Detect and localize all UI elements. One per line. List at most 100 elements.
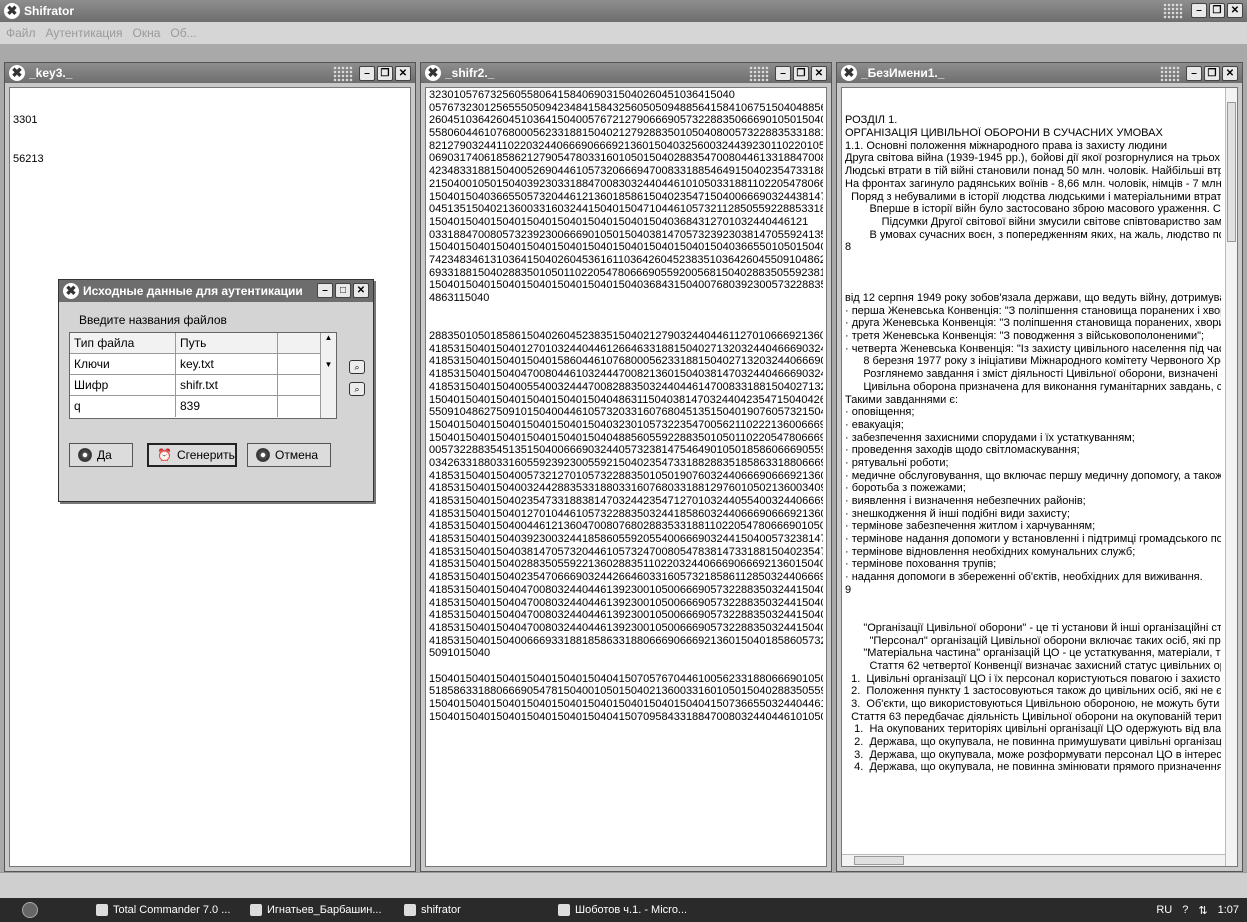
doc-line: 1. На окупованих територіях цивільні орг… (845, 723, 1221, 736)
system-tray: RU ? ⇅ 1:07 (1156, 898, 1239, 922)
minimize-button[interactable]: – (1191, 3, 1207, 18)
browse-shifr-button[interactable]: ⌕ (349, 382, 365, 396)
doc-line (845, 267, 1221, 280)
doc-line: · термінове забезпечення житлом і харчув… (845, 520, 1096, 533)
shifr-window-titlebar[interactable]: ✖ _shifr2._ – ❐ ✕ (421, 63, 831, 83)
vertical-scrollbar[interactable] (1225, 88, 1237, 866)
cipher-line: 4185315040150400554003244470082883503244… (429, 380, 823, 393)
start-button[interactable] (0, 898, 60, 922)
grid-scrollbar[interactable]: ▲ ▼ (320, 333, 336, 418)
status-bar (0, 872, 1247, 898)
cancel-icon (256, 448, 270, 462)
cipher-line: 1504015040150401504015040150403230105732… (429, 418, 823, 431)
cipher-line: 4234833188150400526904461057320666947008… (429, 165, 823, 178)
cipher-line: 1504015040150401504015040150404863115040… (429, 393, 823, 406)
cipher-line: 3230105767325605580641584069031504026045… (429, 89, 735, 101)
doc-line: 3. Об'єкти, що використовуються Цивільно… (845, 698, 1221, 711)
doc-window-titlebar[interactable]: ✖ _БезИмени1._ – ❐ ✕ (837, 63, 1242, 83)
close-button[interactable]: ✕ (395, 66, 411, 81)
column-header-type: Тип файла (70, 333, 176, 353)
taskbar-item-label: Total Commander 7.0 ... (113, 904, 231, 916)
taskbar-item-label: Игнатьев_Барбашин... (267, 904, 382, 916)
cipher-line: 5509104862750910150400446105732033160768… (429, 406, 823, 419)
text-line: 56213 (13, 152, 44, 165)
grid-row[interactable]: Ключи key.txt (70, 354, 336, 375)
file-path-cell[interactable]: shifr.txt (176, 375, 278, 395)
close-button[interactable]: ✕ (1227, 3, 1243, 18)
menu-bar: Файл Аутентикация Окна Об... (0, 22, 1247, 44)
scroll-thumb[interactable] (1227, 102, 1236, 242)
close-button[interactable]: ✕ (1222, 66, 1238, 81)
maximize-button[interactable]: □ (335, 283, 351, 298)
doc-line: · термінове відновлення необхідних комун… (845, 545, 1136, 558)
cipher-line: 4185315040150400324428835331880331607680… (429, 482, 823, 495)
scroll-thumb[interactable] (854, 856, 904, 865)
shifrator-icon (404, 904, 416, 916)
cancel-button[interactable]: Отмена (247, 443, 331, 467)
doc-line: Цивільна оборона призначена для виконанн… (845, 380, 1221, 393)
menu-file[interactable]: Файл (6, 26, 36, 40)
grid-row[interactable]: q 839 (70, 396, 336, 417)
cipher-line: 1504015040150401504015040150401504015040… (429, 698, 823, 710)
menu-windows[interactable]: Окна (133, 26, 161, 40)
doc-line: Підсумки Другої світової війни змусили с… (845, 215, 1221, 228)
cipher-line: 1504015040150401504015040150404150705767… (429, 672, 823, 685)
mdi-workspace: ✖ _key3._ – ❐ ✕ 3301 56213 ✖ _shifr2._ –… (0, 44, 1247, 872)
browse-key-button[interactable]: ⌕ (349, 360, 365, 374)
app-icon: ✖ (4, 3, 20, 19)
generate-button[interactable]: ⏰ Сгенерить (147, 443, 237, 467)
minimize-button[interactable]: – (1186, 66, 1202, 81)
language-indicator[interactable]: RU (1156, 904, 1172, 916)
doc-line: 8 березня 1977 року з ініціативи Міжнаро… (845, 355, 1221, 368)
horizontal-scrollbar[interactable] (842, 854, 1225, 866)
cipher-line: 4185315040150400573212701057322883501050… (429, 469, 823, 482)
network-icon[interactable]: ⇅ (1198, 904, 1207, 917)
file-path-cell[interactable]: 839 (176, 396, 278, 417)
taskbar-item[interactable]: Игнатьев_Барбашин... (244, 900, 392, 920)
taskbar-item[interactable]: shifrator (398, 900, 546, 920)
cipher-line: 5580604461076800056233188150402127928835… (429, 127, 823, 140)
doc-line: 4. Держава, що окупувала, не повинна змі… (845, 761, 1221, 774)
taskbar-item[interactable]: Total Commander 7.0 ... (90, 900, 238, 920)
cipher-line: 4185315040150404700803244044613923001050… (429, 609, 823, 622)
key-window-titlebar[interactable]: ✖ _key3._ – ❐ ✕ (5, 63, 415, 83)
close-button[interactable]: ✕ (353, 283, 369, 298)
doc-line: · евакуація; (845, 418, 904, 431)
cipher-line: 1504015040366550573204461213601858615040… (429, 190, 823, 203)
window-icon: ✖ (425, 65, 441, 81)
word-icon (558, 904, 570, 916)
menu-authentication[interactable]: Аутентикация (46, 26, 123, 40)
minimize-button[interactable]: – (317, 283, 333, 298)
doc-line: від 12 серпня 1949 року зобов'язала держ… (845, 292, 1221, 305)
files-grid[interactable]: Тип файла Путь Ключи key.txt Шифр shifr.… (69, 332, 337, 419)
doc-line: 1. Цивільні організації ЦО і їх персонал… (845, 672, 1221, 685)
help-icon[interactable]: ? (1182, 904, 1188, 916)
file-path-cell[interactable]: key.txt (176, 354, 278, 374)
doc-line (845, 597, 1221, 610)
cipher-line: 4185315040150404700803244044613923001050… (429, 621, 823, 634)
restore-button[interactable]: ❐ (793, 66, 809, 81)
cipher-line: 4185315040150404700804461032444700821360… (429, 368, 823, 381)
cipher-line: 0331884700805732392300666901050150403814… (429, 228, 823, 241)
doc-text-area[interactable]: РОЗДІЛ 1. ОРГАНІЗАЦІЯ ЦИВІЛЬНОЇ ОБОРОНИ В… (841, 87, 1238, 867)
restore-button[interactable]: ❐ (1204, 66, 1220, 81)
doc-line: · термінове поховання трупів; (845, 558, 997, 571)
shifr-window-title: _shifr2._ (445, 66, 495, 80)
cipher-line: 2883501050185861504026045238351504021279… (429, 330, 823, 343)
ok-button[interactable]: Да (69, 443, 133, 467)
shifr-text-area[interactable]: 3230105767325605580641584069031504026045… (425, 87, 827, 867)
dialog-titlebar[interactable]: ✖ Исходные данные для аутентикации – □ ✕ (59, 280, 373, 302)
doc-line: 2. Держава, що окупувала, не повинна при… (845, 736, 1221, 749)
close-button[interactable]: ✕ (811, 66, 827, 81)
minimize-button[interactable]: – (775, 66, 791, 81)
doc-line (845, 609, 1221, 622)
doc-line: 2. Положення пункту 1 застосовуються так… (845, 685, 1221, 698)
grip-icon (749, 66, 769, 82)
grid-row[interactable]: Шифр shifr.txt (70, 375, 336, 396)
restore-button[interactable]: ❐ (1209, 3, 1225, 18)
minimize-button[interactable]: – (359, 66, 375, 81)
menu-about[interactable]: Об... (170, 26, 196, 40)
restore-button[interactable]: ❐ (377, 66, 393, 81)
doc-line: · знешкодження й інші подібні види захис… (845, 507, 1070, 520)
taskbar-item[interactable]: Шоботов ч.1. - Micro... (552, 900, 700, 920)
